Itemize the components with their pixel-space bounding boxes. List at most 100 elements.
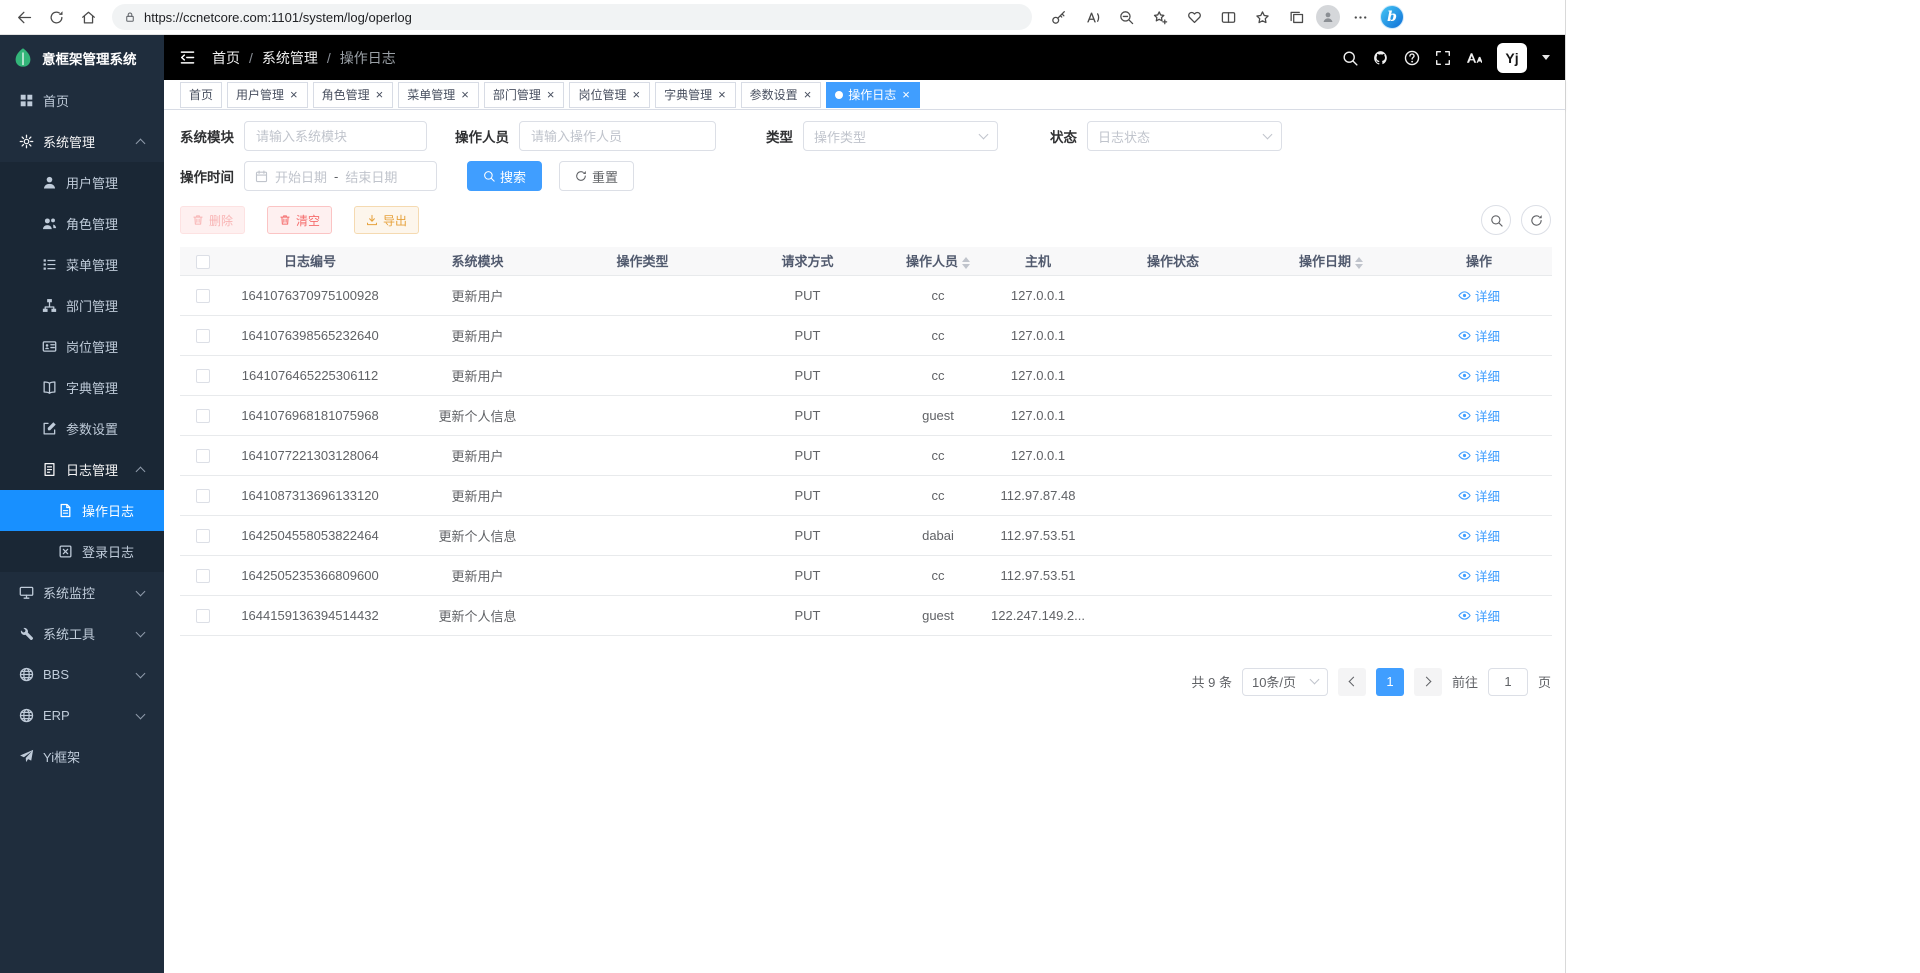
detail-link[interactable]: 详细 xyxy=(1458,526,1500,545)
tab-user-mgmt[interactable]: 用户管理× xyxy=(227,82,308,108)
user-avatar[interactable]: Yj xyxy=(1497,43,1527,73)
next-page-button[interactable] xyxy=(1414,668,1442,696)
row-checkbox[interactable] xyxy=(196,449,210,463)
tab-param-settings[interactable]: 参数设置× xyxy=(741,82,822,108)
sidebar-item-param-settings[interactable]: 参数设置 xyxy=(0,408,164,449)
close-icon[interactable]: × xyxy=(631,88,641,101)
row-checkbox[interactable] xyxy=(196,289,210,303)
tab-dict-mgmt[interactable]: 字典管理× xyxy=(655,82,736,108)
fullscreen-icon[interactable] xyxy=(1435,50,1451,66)
tab-home[interactable]: 首页 xyxy=(180,82,222,108)
sidebar-item-dict-mgmt[interactable]: 字典管理 xyxy=(0,367,164,408)
toggle-search-button[interactable] xyxy=(1481,205,1511,235)
sidebar-item-dept-mgmt[interactable]: 部门管理 xyxy=(0,285,164,326)
tab-oper-log[interactable]: 操作日志× xyxy=(826,82,920,108)
home-button[interactable] xyxy=(74,4,102,30)
sidebar-item-system-monitor[interactable]: 系统监控 xyxy=(0,572,164,613)
detail-link[interactable]: 详细 xyxy=(1458,366,1500,385)
reload-button[interactable] xyxy=(42,4,70,30)
browser-essentials-icon[interactable] xyxy=(1180,4,1208,30)
reset-button[interactable]: 重置 xyxy=(559,161,634,191)
row-checkbox[interactable] xyxy=(196,409,210,423)
sort-icon[interactable] xyxy=(962,257,970,269)
close-icon[interactable]: × xyxy=(460,88,470,101)
bing-sidebar-icon[interactable]: b xyxy=(1380,5,1404,29)
sidebar-item-system-mgmt[interactable]: 系统管理 xyxy=(0,121,164,162)
sidebar-item-bbs[interactable]: BBS xyxy=(0,654,164,695)
more-icon[interactable] xyxy=(1346,4,1374,30)
sidebar-item-log-mgmt[interactable]: 日志管理 xyxy=(0,449,164,490)
zoom-out-icon[interactable] xyxy=(1112,4,1140,30)
page-button-1[interactable]: 1 xyxy=(1376,668,1404,696)
tab-menu-mgmt[interactable]: 菜单管理× xyxy=(398,82,479,108)
sidebar-item-menu-mgmt[interactable]: 菜单管理 xyxy=(0,244,164,285)
read-aloud-icon[interactable] xyxy=(1078,4,1106,30)
row-checkbox[interactable] xyxy=(196,529,210,543)
sidebar-item-role-mgmt[interactable]: 角色管理 xyxy=(0,203,164,244)
table-row: 1641076968181075968更新个人信息PUTguest127.0.0… xyxy=(180,395,1552,435)
row-checkbox[interactable] xyxy=(196,569,210,583)
sidebar-item-yi-framework[interactable]: Yi框架 xyxy=(0,736,164,777)
status-select[interactable]: 日志状态 xyxy=(1087,121,1282,151)
split-screen-icon[interactable] xyxy=(1214,4,1242,30)
operator-input[interactable] xyxy=(519,121,716,151)
prev-page-button[interactable] xyxy=(1338,668,1366,696)
row-checkbox[interactable] xyxy=(196,369,210,383)
detail-link[interactable]: 详细 xyxy=(1458,406,1500,425)
clear-button[interactable]: 清空 xyxy=(267,206,332,234)
close-icon[interactable]: × xyxy=(546,88,556,101)
detail-link[interactable]: 详细 xyxy=(1458,566,1500,585)
close-icon[interactable]: × xyxy=(901,88,911,101)
sidebar-item-login-log[interactable]: 登录日志 xyxy=(0,531,164,572)
sidebar-toggle-icon[interactable] xyxy=(179,49,196,66)
close-icon[interactable]: × xyxy=(375,88,385,101)
detail-link[interactable]: 详细 xyxy=(1458,486,1500,505)
export-button[interactable]: 导出 xyxy=(354,206,419,234)
sidebar-item-post-mgmt[interactable]: 岗位管理 xyxy=(0,326,164,367)
breadcrumb-item[interactable]: 首页 xyxy=(212,48,240,68)
column-header[interactable]: 操作日期 xyxy=(1256,247,1406,275)
refresh-button[interactable] xyxy=(1521,205,1551,235)
font-size-icon[interactable] xyxy=(1466,50,1482,66)
collections-icon[interactable] xyxy=(1282,4,1310,30)
back-button[interactable] xyxy=(10,4,38,30)
row-checkbox[interactable] xyxy=(196,609,210,623)
github-icon[interactable] xyxy=(1373,50,1389,66)
tab-post-mgmt[interactable]: 岗位管理× xyxy=(569,82,650,108)
close-icon[interactable]: × xyxy=(289,88,299,101)
sidebar-item-oper-log[interactable]: 操作日志 xyxy=(0,490,164,531)
row-checkbox[interactable] xyxy=(196,329,210,343)
detail-link[interactable]: 详细 xyxy=(1458,326,1500,345)
close-icon[interactable]: × xyxy=(717,88,727,101)
close-icon[interactable]: × xyxy=(803,88,813,101)
tab-role-mgmt[interactable]: 角色管理× xyxy=(313,82,394,108)
tab-dept-mgmt[interactable]: 部门管理× xyxy=(484,82,565,108)
address-bar[interactable]: https://ccnetcore.com:1101/system/log/op… xyxy=(112,4,1032,30)
sidebar-item-home[interactable]: 首页 xyxy=(0,80,164,121)
password-key-icon[interactable] xyxy=(1044,4,1072,30)
sidebar-item-user-mgmt[interactable]: 用户管理 xyxy=(0,162,164,203)
select-all-checkbox[interactable] xyxy=(196,255,210,269)
sort-icon[interactable] xyxy=(1355,257,1363,269)
profile-avatar[interactable] xyxy=(1316,5,1340,29)
search-icon[interactable] xyxy=(1342,50,1358,66)
type-select[interactable]: 操作类型 xyxy=(803,121,998,151)
sidebar-item-system-tools[interactable]: 系统工具 xyxy=(0,613,164,654)
breadcrumb-item[interactable]: 系统管理 xyxy=(262,48,318,68)
system-module-input[interactable] xyxy=(244,121,427,151)
chevron-down-icon[interactable] xyxy=(1542,55,1550,64)
goto-page-input[interactable] xyxy=(1488,668,1528,696)
detail-link[interactable]: 详细 xyxy=(1458,446,1500,465)
page-size-select[interactable]: 10条/页 xyxy=(1242,668,1328,696)
detail-link[interactable]: 详细 xyxy=(1458,286,1500,305)
column-header[interactable]: 操作人员 xyxy=(890,247,986,275)
favorites-icon[interactable] xyxy=(1248,4,1276,30)
search-button[interactable]: 搜索 xyxy=(467,161,542,191)
delete-button[interactable]: 删除 xyxy=(180,206,245,234)
row-checkbox[interactable] xyxy=(196,489,210,503)
sidebar-item-erp[interactable]: ERP xyxy=(0,695,164,736)
help-icon[interactable] xyxy=(1404,50,1420,66)
favorite-add-icon[interactable] xyxy=(1146,4,1174,30)
detail-link[interactable]: 详细 xyxy=(1458,606,1500,625)
date-range-picker[interactable]: 开始日期 - 结束日期 xyxy=(244,161,437,191)
